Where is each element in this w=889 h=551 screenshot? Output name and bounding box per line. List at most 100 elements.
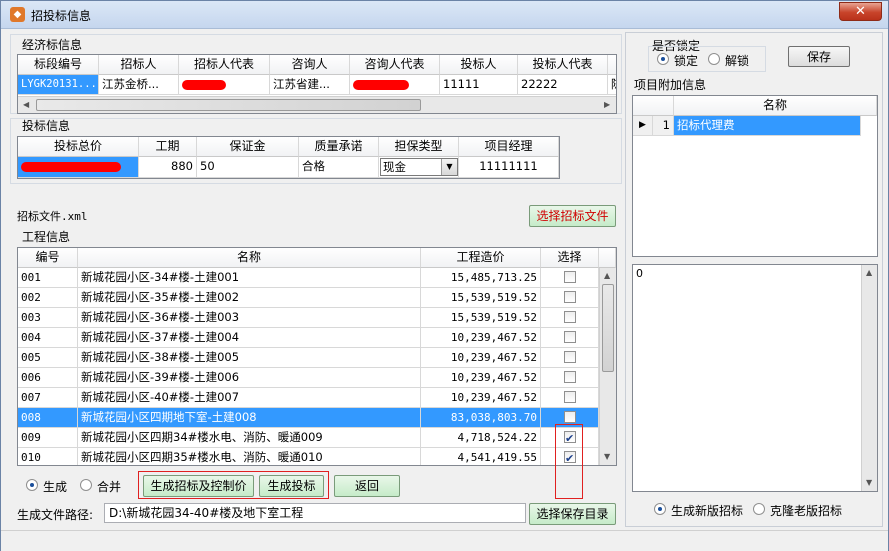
scroll-down-icon[interactable]: ▼ xyxy=(604,452,610,461)
lock-radio[interactable] xyxy=(657,53,669,65)
extra-info-table[interactable]: 名称 ▶ 1 招标代理费 xyxy=(632,95,878,257)
project-table[interactable]: 编号 名称 工程造价 选择 001 新城花园小区-34#楼-土建001 15,485… xyxy=(17,247,617,466)
select-checkbox[interactable] xyxy=(564,351,576,363)
project-header-name[interactable]: 名称 xyxy=(78,248,421,268)
project-row-id[interactable]: 006 xyxy=(18,368,78,388)
econ-table[interactable]: 标段编号 招标人 招标人代表 咨询人 咨询人代表 投标人 投标人代表 LYGK2… xyxy=(17,54,617,114)
project-row-select[interactable] xyxy=(541,268,599,288)
bid-cell-quality[interactable]: 合格 xyxy=(299,157,379,178)
project-row-name[interactable]: 新城花园小区-34#楼-土建001 xyxy=(78,268,421,288)
scroll-right-icon[interactable]: ▶ xyxy=(604,100,610,109)
bid-header-total[interactable]: 投标总价 xyxy=(18,137,139,157)
econ-header-tenderer[interactable]: 招标人 xyxy=(99,55,179,75)
select-checkbox[interactable] xyxy=(564,271,576,283)
select-checkbox[interactable] xyxy=(564,311,576,323)
extra-row-name[interactable]: 招标代理费 xyxy=(674,116,861,136)
project-header-cost[interactable]: 工程造价 xyxy=(421,248,541,268)
project-row-id[interactable]: 010 xyxy=(18,448,78,465)
project-row-id[interactable]: 001 xyxy=(18,268,78,288)
bid-header-quality[interactable]: 质量承诺 xyxy=(299,137,379,157)
new-version-radio[interactable] xyxy=(654,503,666,515)
project-row-name[interactable]: 新城花园小区四期35#楼水电、消防、暖通010 xyxy=(78,448,421,465)
project-row-select[interactable] xyxy=(541,328,599,348)
select-checkbox[interactable] xyxy=(564,391,576,403)
generate-bid-control-button[interactable]: 生成招标及控制价 xyxy=(143,475,254,497)
bid-cell-manager[interactable]: 11111111 xyxy=(459,157,559,178)
memo-vertical-scrollbar[interactable]: ▲ ▼ xyxy=(861,265,877,491)
project-row-select[interactable] xyxy=(541,288,599,308)
project-row-id[interactable]: 009 xyxy=(18,428,78,448)
project-row-id[interactable]: 003 xyxy=(18,308,78,328)
econ-cell-tenderer-rep[interactable] xyxy=(179,75,270,95)
project-row-cost[interactable]: 10,239,467.52 xyxy=(421,348,541,368)
back-button[interactable]: 返回 xyxy=(334,475,400,497)
project-row-name[interactable]: 新城花园小区-37#楼-土建004 xyxy=(78,328,421,348)
project-row-cost[interactable]: 15,539,519.52 xyxy=(421,308,541,328)
project-row-name[interactable]: 新城花园小区四期34#楼水电、消防、暖通009 xyxy=(78,428,421,448)
generate-tender-button[interactable]: 生成投标 xyxy=(259,475,324,497)
bid-table[interactable]: 投标总价 工期 保证金 质量承诺 担保类型 项目经理 880 50 合格 现金 … xyxy=(17,136,560,179)
project-row-cost[interactable]: 10,239,467.52 xyxy=(421,368,541,388)
econ-cell-bidder-rep[interactable]: 22222 xyxy=(518,75,608,95)
project-row-name[interactable]: 新城花园小区-36#楼-土建003 xyxy=(78,308,421,328)
econ-cell-tenderer[interactable]: 江苏金桥... xyxy=(99,75,179,95)
project-row-name[interactable]: 新城花园小区四期地下室-土建008 xyxy=(78,408,421,428)
project-row-cost[interactable]: 15,539,519.52 xyxy=(421,288,541,308)
select-tender-file-button[interactable]: 选择招标文件 xyxy=(529,205,616,227)
project-row-name[interactable]: 新城花园小区-38#楼-土建005 xyxy=(78,348,421,368)
guarantee-type-select[interactable]: 现金 ▼ xyxy=(380,158,458,176)
econ-cell-code[interactable]: LYGK20131... xyxy=(18,75,99,95)
bid-cell-guarantee[interactable]: 现金 ▼ xyxy=(379,157,459,178)
save-button[interactable]: 保存 xyxy=(788,46,850,67)
project-row-id[interactable]: 004 xyxy=(18,328,78,348)
bid-header-guarantee[interactable]: 担保类型 xyxy=(379,137,459,157)
bid-cell-deposit[interactable]: 50 xyxy=(197,157,299,178)
project-row-cost[interactable]: 4,718,524.22 xyxy=(421,428,541,448)
project-row-select[interactable] xyxy=(541,388,599,408)
mode-merge-radio[interactable] xyxy=(80,479,92,491)
project-row-cost[interactable]: 10,239,467.52 xyxy=(421,388,541,408)
select-checkbox[interactable] xyxy=(564,291,576,303)
scroll-left-icon[interactable]: ◀ xyxy=(23,100,29,109)
project-row-id[interactable]: 005 xyxy=(18,348,78,368)
econ-horizontal-scrollbar[interactable]: ◀ ▶ xyxy=(18,96,616,113)
econ-cell-bidder[interactable]: 11111 xyxy=(440,75,518,95)
project-row-cost[interactable]: 83,038,803.70 xyxy=(421,408,541,428)
select-checkbox[interactable] xyxy=(564,411,576,423)
project-header-id[interactable]: 编号 xyxy=(18,248,78,268)
project-row-select[interactable] xyxy=(541,308,599,328)
econ-header-consultant-rep[interactable]: 咨询人代表 xyxy=(350,55,440,75)
econ-cell-consultant-rep[interactable] xyxy=(350,75,440,95)
chevron-down-icon[interactable]: ▼ xyxy=(441,159,457,175)
bid-header-period[interactable]: 工期 xyxy=(139,137,197,157)
project-row-name[interactable]: 新城花园小区-35#楼-土建002 xyxy=(78,288,421,308)
econ-header-code[interactable]: 标段编号 xyxy=(18,55,99,75)
project-header-select[interactable]: 选择 xyxy=(541,248,599,268)
project-row-name[interactable]: 新城花园小区-40#楼-土建007 xyxy=(78,388,421,408)
scroll-down-icon[interactable]: ▼ xyxy=(866,478,872,487)
mode-generate-radio[interactable] xyxy=(26,479,38,491)
bid-cell-period[interactable]: 880 xyxy=(139,157,197,178)
econ-header-bidder[interactable]: 投标人 xyxy=(440,55,518,75)
econ-header-consultant[interactable]: 咨询人 xyxy=(270,55,350,75)
project-row-cost[interactable]: 10,239,467.52 xyxy=(421,328,541,348)
unlock-radio[interactable] xyxy=(708,53,720,65)
choose-save-dir-button[interactable]: 选择保存目录 xyxy=(529,503,616,525)
scroll-up-icon[interactable]: ▲ xyxy=(866,268,872,277)
project-row-id[interactable]: 007 xyxy=(18,388,78,408)
econ-cell-consultant[interactable]: 江苏省建... xyxy=(270,75,350,95)
select-checkbox[interactable] xyxy=(564,371,576,383)
output-path-input[interactable]: D:\新城花园34-40#楼及地下室工程 xyxy=(104,503,526,523)
bid-cell-total[interactable] xyxy=(18,157,139,178)
project-row-cost[interactable]: 15,485,713.25 xyxy=(421,268,541,288)
project-row-select[interactable] xyxy=(541,368,599,388)
extra-header-name[interactable]: 名称 xyxy=(674,96,877,116)
project-row-name[interactable]: 新城花园小区-39#楼-土建006 xyxy=(78,368,421,388)
bid-header-deposit[interactable]: 保证金 xyxy=(197,137,299,157)
project-row-id[interactable]: 008 xyxy=(18,408,78,428)
project-row-select[interactable] xyxy=(541,348,599,368)
memo-text[interactable]: 0 xyxy=(636,267,643,280)
select-checkbox[interactable] xyxy=(564,331,576,343)
project-vertical-scrollbar[interactable]: ▲ ▼ xyxy=(599,268,616,465)
close-button[interactable]: ✕ xyxy=(839,2,882,21)
